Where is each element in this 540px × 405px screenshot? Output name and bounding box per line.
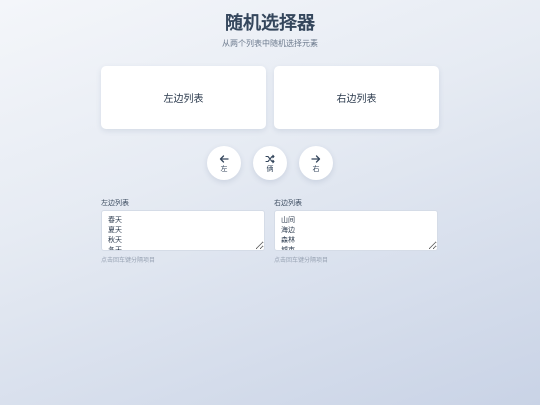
list-item: 城市: [281, 246, 295, 251]
left-result-text: 左边列表: [163, 94, 204, 105]
page-subtitle: 从两个列表中随机选择元素: [222, 39, 318, 48]
pick-right-button[interactable]: 右: [299, 146, 333, 180]
right-list-hint: 点击回车键分隔项目: [274, 257, 329, 264]
right-list-textarea[interactable]: 山间 海边 森林 城市: [274, 210, 438, 251]
shuffle-icon: [265, 154, 275, 164]
arrow-right-icon: [311, 154, 321, 164]
left-list-hint: 点击回车键分隔项目: [101, 257, 156, 264]
list-item: 夏天: [108, 226, 122, 234]
list-item: 春天: [108, 216, 122, 224]
list-item: 山间: [281, 216, 295, 224]
right-list-panel: 右边列表 山间 海边 森林 城市 点击回车键分隔项目: [274, 198, 439, 264]
pick-left-label: 左: [220, 164, 228, 173]
right-result-card: 右边列表: [274, 66, 439, 129]
pick-both-button[interactable]: 俩: [253, 146, 287, 180]
list-item: 森林: [281, 236, 295, 244]
list-item: 海边: [281, 226, 295, 234]
left-list-textarea[interactable]: 春天 夏天 秋天 冬天: [101, 210, 265, 251]
page-title: 随机选择器: [225, 13, 315, 34]
left-list-label: 左边列表: [101, 199, 129, 207]
pick-right-label: 右: [312, 164, 320, 173]
right-list-label: 右边列表: [274, 199, 302, 207]
arrow-left-icon: [219, 154, 229, 164]
right-result-text: 右边列表: [336, 94, 377, 105]
pick-both-label: 俩: [266, 164, 274, 173]
left-result-card: 左边列表: [101, 66, 266, 129]
list-item: 冬天: [108, 246, 122, 251]
left-list-panel: 左边列表 春天 夏天 秋天 冬天 点击回车键分隔项目: [101, 198, 266, 264]
pick-left-button[interactable]: 左: [207, 146, 241, 180]
list-item: 秋天: [108, 236, 122, 244]
